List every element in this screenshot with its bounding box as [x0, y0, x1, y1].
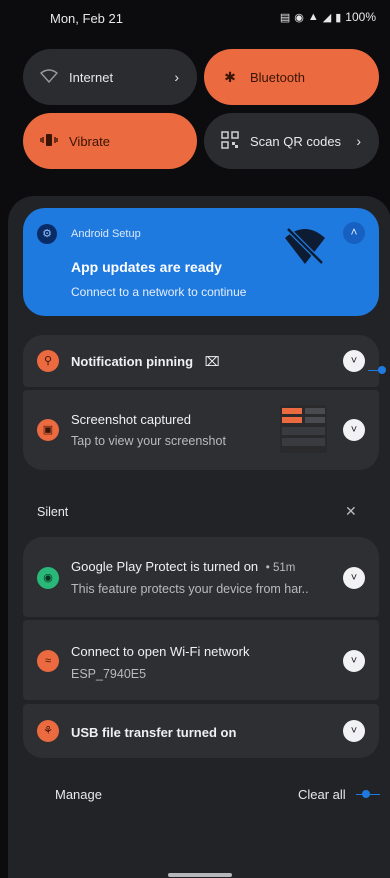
wifi-network-card[interactable]: ≈ Connect to open Wi-Fi network ESP_7940…: [23, 620, 379, 700]
signal-icon: ◢: [322, 11, 332, 24]
expand-button[interactable]: ˅: [343, 567, 365, 589]
expand-button[interactable]: ˅: [343, 720, 365, 742]
bluetooth-tile-label: Bluetooth: [250, 69, 305, 85]
qr-scan-tile-label: Scan QR codes: [250, 133, 342, 149]
close-icon[interactable]: ✕: [345, 503, 357, 520]
status-bar: Mon, Feb 21 ▤ ◉ ▲ ◢ ▮ 100%: [0, 0, 390, 40]
vibrate-icon: [39, 133, 59, 150]
pushpin-icon: ⌧: [204, 354, 220, 369]
wifi-icon: [39, 68, 59, 86]
notification-title: Notification pinning ⌧: [71, 354, 220, 369]
cast-icon: ▤: [279, 11, 291, 24]
usb-icon: ⚘: [37, 720, 59, 742]
collapse-button[interactable]: ˄: [343, 222, 365, 244]
play-protect-card[interactable]: ◉ Google Play Protect is turned on • 51m…: [23, 537, 379, 617]
system-icons: ▤ ◉ ▲ ◢ ▮ 100%: [280, 10, 376, 24]
bluetooth-icon: ✱: [224, 68, 236, 85]
notification-title: Screenshot captured: [71, 412, 191, 427]
qr-code-icon: [220, 130, 240, 152]
manage-button[interactable]: Manage: [55, 787, 102, 802]
notification-title: App updates are ready: [71, 259, 222, 275]
gear-icon: ⚙: [37, 224, 57, 244]
notification-time: • 51m: [265, 562, 296, 574]
silent-section-label: Silent: [37, 505, 69, 519]
internet-tile[interactable]: Internet ›: [23, 49, 197, 105]
notification-text: Tap to view your screenshot: [71, 434, 226, 448]
vibrate-tile[interactable]: Vibrate: [23, 113, 197, 169]
wifi-icon: ≈: [37, 650, 59, 672]
expand-button[interactable]: ˅: [343, 419, 365, 441]
notification-text: Connect to a network to continue: [71, 285, 247, 299]
hotspot-icon: ◉: [294, 11, 304, 24]
wifi-off-icon: [282, 226, 328, 271]
data-saver-icon: ▲: [307, 11, 319, 23]
vibrate-tile-label: Vibrate: [69, 133, 110, 149]
battery-percent: 100%: [345, 10, 376, 24]
notification-text: This feature protects your device from h…: [71, 582, 309, 596]
expand-button[interactable]: ˅: [343, 350, 365, 372]
notification-pinning-card[interactable]: ⚲ Notification pinning ⌧ ˅: [23, 335, 379, 387]
annotation-dot: [378, 366, 386, 374]
notification-app-name: Android Setup: [71, 228, 141, 240]
shield-icon: ◉: [37, 567, 59, 589]
notification-title: Connect to open Wi-Fi network: [71, 644, 250, 659]
battery-icon: ▮: [335, 11, 342, 24]
chevron-right-icon: ›: [356, 133, 361, 149]
status-date: Mon, Feb 21: [50, 11, 123, 26]
home-indicator[interactable]: [168, 873, 232, 877]
usb-transfer-card[interactable]: ⚘ USB file transfer turned on ˅: [23, 704, 379, 758]
notification-title: Google Play Protect is turned on • 51m: [71, 559, 296, 574]
annotation-dot: [362, 790, 370, 798]
notification-text: ESP_7940E5: [71, 667, 147, 681]
qr-scan-tile[interactable]: Scan QR codes ›: [204, 113, 379, 169]
chevron-right-icon: ›: [174, 69, 179, 85]
screenshot-thumbnail[interactable]: [280, 405, 327, 453]
bluetooth-tile[interactable]: ✱ Bluetooth: [204, 49, 379, 105]
android-setup-notification[interactable]: ⚙ Android Setup App updates are ready Co…: [23, 208, 379, 316]
notification-title: USB file transfer turned on: [71, 725, 237, 740]
image-icon: ▣: [37, 419, 59, 441]
pin-icon: ⚲: [37, 350, 59, 372]
expand-button[interactable]: ˅: [343, 650, 365, 672]
clear-all-button[interactable]: Clear all: [298, 787, 346, 802]
internet-tile-label: Internet: [69, 69, 114, 85]
